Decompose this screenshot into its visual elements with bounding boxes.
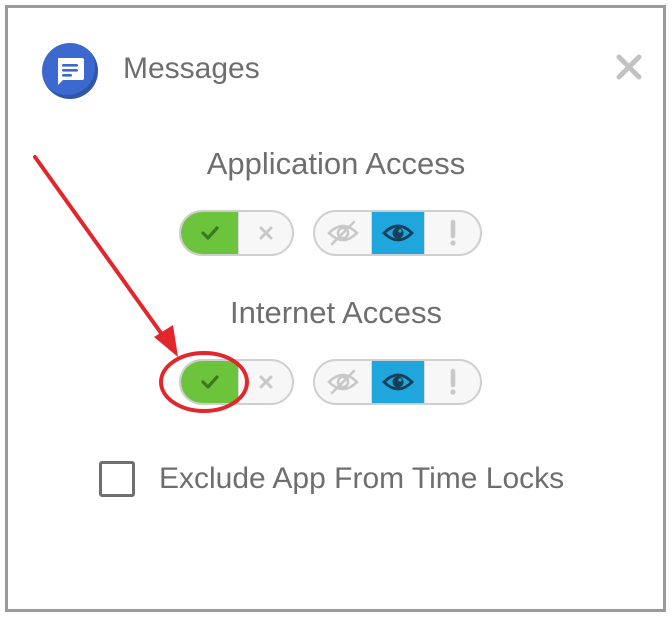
application-allow-toggle[interactable] [179, 210, 294, 256]
internet-visibility-toggle[interactable] [313, 359, 482, 405]
exclude-time-locks-label: Exclude App From Time Locks [159, 462, 565, 495]
exclude-time-locks-checkbox[interactable] [99, 461, 135, 497]
hidden-option[interactable] [315, 361, 371, 403]
eye-icon [382, 224, 414, 242]
exclamation-icon [449, 368, 456, 395]
deny-option[interactable] [238, 361, 292, 403]
visible-option[interactable] [371, 361, 424, 403]
eye-slash-icon [327, 220, 359, 246]
deny-option[interactable] [238, 212, 292, 254]
allow-option[interactable] [181, 212, 238, 254]
eye-slash-icon [327, 369, 359, 395]
alert-option[interactable] [424, 212, 480, 254]
visible-option[interactable] [371, 212, 424, 254]
application-access-title: Application Access [206, 146, 466, 181]
messages-app-icon [42, 43, 98, 99]
app-title: Messages [123, 52, 260, 85]
x-icon [259, 375, 272, 389]
x-icon [259, 226, 272, 240]
application-visibility-toggle[interactable] [313, 210, 482, 256]
close-icon[interactable] [612, 50, 646, 84]
internet-access-title: Internet Access [230, 295, 442, 330]
exclamation-icon [449, 219, 456, 246]
hidden-option[interactable] [315, 212, 371, 254]
eye-icon [382, 373, 414, 391]
internet-allow-toggle[interactable] [179, 359, 294, 405]
check-icon [200, 226, 219, 240]
alert-option[interactable] [424, 361, 480, 403]
check-icon [200, 375, 219, 389]
allow-option[interactable] [181, 361, 238, 403]
